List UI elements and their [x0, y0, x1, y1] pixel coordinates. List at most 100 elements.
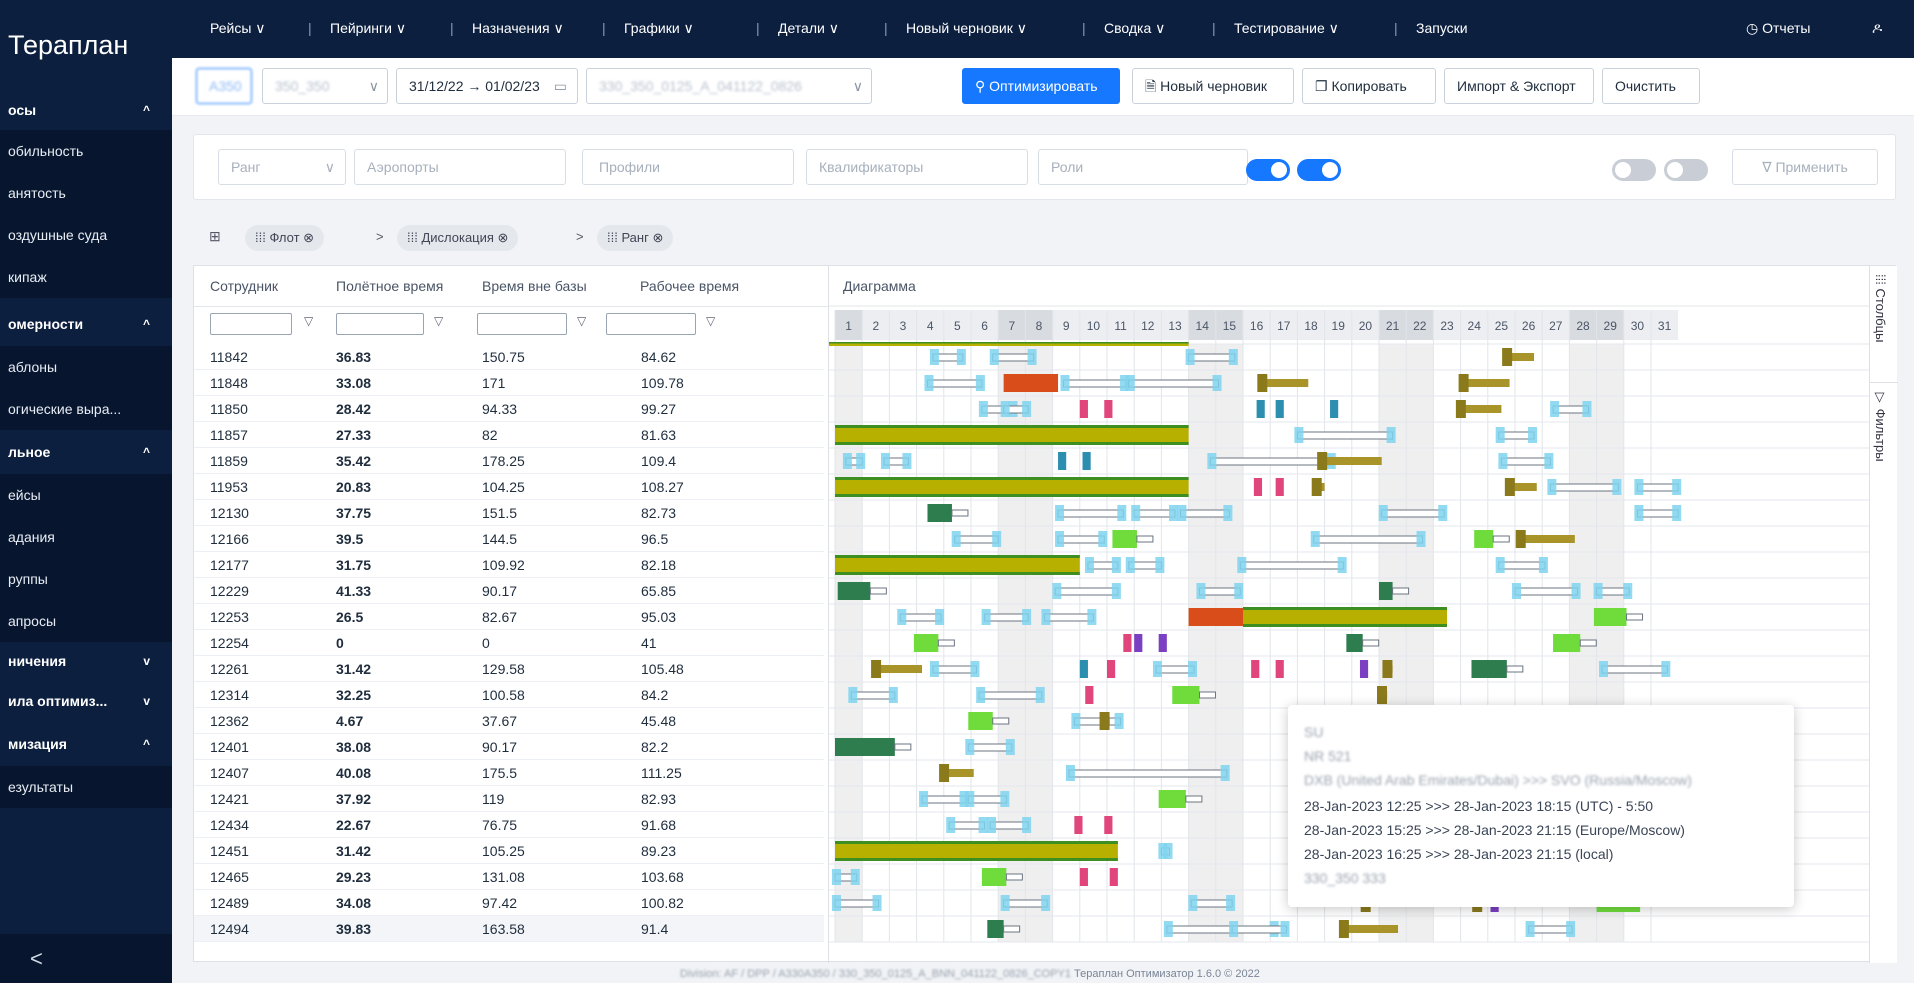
filter-icon[interactable]: ▽: [577, 314, 586, 328]
sidebar-section[interactable]: омерности ^: [0, 304, 172, 344]
activity-marker[interactable]: [1104, 400, 1113, 418]
duty-bar[interactable]: [967, 743, 1013, 752]
duty-bar[interactable]: [984, 613, 1029, 622]
activity-marker[interactable]: [835, 738, 895, 756]
nav-item[interactable]: Детали ∨: [778, 20, 839, 37]
sidebar-item[interactable]: езультаты: [0, 766, 172, 808]
duty-bar[interactable]: [850, 691, 896, 700]
activity-marker[interactable]: [1359, 660, 1369, 678]
duty-bar[interactable]: [954, 535, 999, 544]
duty-bar[interactable]: [1128, 379, 1220, 388]
activity-marker[interactable]: [913, 634, 939, 652]
duty-bar[interactable]: [1073, 717, 1122, 726]
columns-panel-tab[interactable]: ⁞⁞⁞ Столбцы: [1873, 274, 1888, 342]
nav-item[interactable]: Назначения ∨: [472, 20, 564, 37]
sidebar-item[interactable]: анятость: [0, 172, 172, 214]
duty-bar[interactable]: [1068, 769, 1228, 778]
activity-marker[interactable]: [1275, 478, 1284, 496]
duty-bar[interactable]: [1062, 379, 1127, 388]
duty-bar[interactable]: [834, 899, 880, 908]
table-row[interactable]: 12254 0 0 41: [194, 630, 824, 656]
table-row[interactable]: 12421 37.92 119 82.93: [194, 786, 824, 812]
table-row[interactable]: 11850 28.42 94.33 99.27: [194, 396, 824, 422]
olive-bar[interactable]: [1517, 535, 1575, 543]
sidebar-section[interactable]: мизация ^: [0, 724, 172, 764]
sidebar-item[interactable]: аблоны: [0, 346, 172, 388]
duty-bar[interactable]: [899, 613, 942, 622]
duty-bar[interactable]: [1003, 899, 1048, 908]
activity-marker[interactable]: [968, 712, 993, 730]
duty-bar[interactable]: [1528, 925, 1573, 934]
activity-marker[interactable]: [1158, 790, 1186, 808]
activity-marker[interactable]: [1074, 816, 1083, 834]
filters-panel-tab[interactable]: ▽ Фильтры: [1873, 390, 1888, 462]
duty-bar[interactable]: [1190, 899, 1233, 908]
sidebar-item[interactable]: обильность: [0, 130, 172, 172]
duty-bar[interactable]: [1500, 457, 1551, 466]
duty-bar[interactable]: [932, 665, 977, 674]
subfleet-select[interactable]: 350_350 ∨: [262, 68, 388, 104]
duty-bar[interactable]: [1198, 587, 1241, 596]
table-row[interactable]: 12465 29.23 131.08 103.68: [194, 864, 824, 890]
olive-bar[interactable]: [1319, 457, 1382, 465]
sidebar-section[interactable]: льное ^: [0, 432, 172, 472]
table-row[interactable]: 11857 27.33 82 81.63: [194, 422, 824, 448]
activity-marker[interactable]: [981, 868, 1007, 886]
table-row[interactable]: 11953 20.83 104.25 108.27: [194, 474, 824, 500]
sidebar-collapse-button[interactable]: <: [0, 934, 172, 983]
sidebar-section[interactable]: осы ^: [0, 90, 172, 130]
table-row[interactable]: 12166 39.5 144.5 96.5: [194, 526, 824, 552]
activity-marker[interactable]: [1107, 660, 1116, 678]
column-header-flight-time[interactable]: Полётное время: [320, 266, 443, 306]
duty-bar[interactable]: [1057, 535, 1105, 544]
optimize-button[interactable]: ⚲ Оптимизировать: [962, 68, 1120, 104]
activity-marker[interactable]: [1085, 686, 1094, 704]
nav-item[interactable]: Тестирование ∨: [1234, 20, 1339, 37]
scenario-select[interactable]: 330_350_0125_A_041122_0826 ∨: [586, 68, 872, 104]
import-export-button[interactable]: Импорт & Экспорт: [1444, 68, 1594, 104]
duty-bar[interactable]: [1239, 561, 1345, 570]
duty-bar[interactable]: [1179, 509, 1230, 518]
table-row[interactable]: 12434 22.67 76.75 91.68: [194, 812, 824, 838]
duty-bar[interactable]: [1313, 535, 1424, 544]
roles-filter[interactable]: Роли: [1038, 149, 1248, 185]
activity-marker[interactable]: [1346, 634, 1363, 652]
table-row[interactable]: 12494 39.83 163.58 91.4: [194, 916, 824, 942]
activity-marker[interactable]: [1172, 686, 1200, 704]
duty-bar[interactable]: [1188, 353, 1236, 362]
table-row[interactable]: 12253 26.5 82.67 95.03: [194, 604, 824, 630]
filter-icon[interactable]: ▽: [706, 314, 715, 328]
flight-time-filter-input[interactable]: [336, 313, 424, 335]
sidebar-item[interactable]: апросы: [0, 600, 172, 642]
activity-marker[interactable]: [1379, 582, 1393, 600]
activity-marker[interactable]: [1474, 530, 1494, 548]
nav-item[interactable]: Новый черновик ∨: [906, 20, 1027, 37]
activity-marker[interactable]: [1058, 452, 1067, 470]
rank-filter[interactable]: Ранг ∨: [218, 149, 346, 185]
activity-marker[interactable]: [987, 920, 1004, 938]
standby-bar[interactable]: [1188, 608, 1243, 626]
profiles-filter[interactable]: Профили: [582, 149, 794, 185]
duty-bar[interactable]: [1296, 431, 1394, 440]
activity-marker[interactable]: [1593, 608, 1627, 626]
duty-bar[interactable]: [1636, 483, 1679, 492]
activity-marker[interactable]: [1275, 660, 1284, 678]
date-range-picker[interactable]: 31/12/22 → 01/02/23 ▭: [396, 68, 578, 104]
table-row[interactable]: 12177 31.75 109.92 82.18: [194, 552, 824, 578]
table-row[interactable]: 12314 32.25 100.58 84.2: [194, 682, 824, 708]
duty-bar[interactable]: [978, 691, 1043, 700]
duty-bar[interactable]: [1601, 665, 1668, 674]
filter-icon[interactable]: ▽: [434, 314, 443, 328]
clear-button[interactable]: Очистить: [1602, 68, 1700, 104]
toggle-switch-1[interactable]: [1246, 159, 1290, 181]
duty-bar[interactable]: [1057, 509, 1124, 518]
duty-bar[interactable]: [1549, 483, 1619, 492]
group-chip-location[interactable]: ⁞⁞⁞ Дислокация ⊗: [397, 225, 519, 251]
work-time-filter-input[interactable]: [606, 313, 696, 335]
activity-marker[interactable]: [1079, 868, 1088, 886]
table-row[interactable]: 12362 4.67 37.67 45.48: [194, 708, 824, 734]
activity-marker[interactable]: [1112, 530, 1137, 548]
activity-marker[interactable]: [1275, 400, 1284, 418]
table-row[interactable]: 11842 36.83 150.75 84.62: [194, 344, 824, 370]
activity-marker[interactable]: [1330, 400, 1339, 418]
